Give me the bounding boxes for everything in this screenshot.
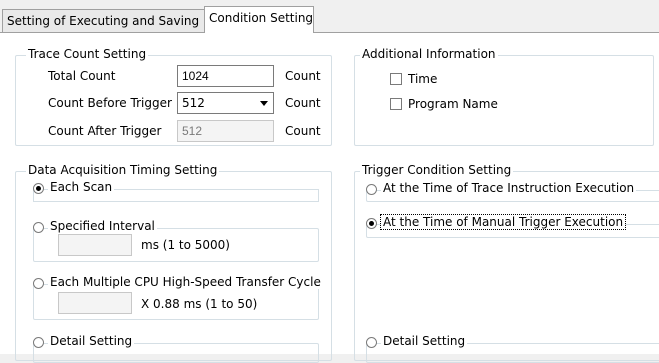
count-before-trigger-label: Count Before Trigger: [48, 96, 172, 110]
manual-trigger-label: At the Time of Manual Trigger Execution: [379, 214, 627, 230]
count-after-trigger-unit: Count: [285, 124, 321, 138]
multi-cpu-unit: X 0.88 ms (1 to 50): [141, 297, 258, 311]
additional-info-title: Additional Information: [360, 47, 498, 61]
multi-cpu-input: [58, 292, 132, 314]
count-before-trigger-unit: Count: [285, 96, 321, 110]
specified-interval-input: [58, 234, 132, 256]
data-acquisition-title: Data Acquisition Timing Setting: [26, 163, 220, 177]
trace-instruction-radio[interactable]: [366, 184, 377, 195]
each-scan-label: Each Scan: [48, 180, 115, 194]
tab-setting-of-executing-and-saving[interactable]: Setting of Executing and Saving: [2, 9, 205, 32]
total-count-unit: Count: [285, 69, 321, 83]
count-after-trigger-input: [177, 120, 274, 142]
trace-count-title: Trace Count Setting: [26, 47, 149, 61]
tab-label: Condition Setting: [209, 11, 314, 25]
multi-cpu-radio[interactable]: [33, 278, 44, 289]
time-checkbox[interactable]: [390, 73, 402, 85]
multi-cpu-label: Each Multiple CPU High-Speed Transfer Cy…: [48, 275, 323, 289]
trace-instruction-label: At the Time of Trace Instruction Executi…: [381, 181, 637, 195]
tab-condition-setting[interactable]: Condition Setting: [204, 6, 314, 33]
each-scan-radio[interactable]: [33, 183, 44, 194]
trigger-condition-title: Trigger Condition Setting: [360, 163, 514, 177]
program-name-label: Program Name: [408, 97, 498, 111]
manual-trigger-radio[interactable]: [366, 218, 377, 229]
program-name-checkbox[interactable]: [390, 98, 402, 110]
total-count-label: Total Count: [48, 69, 116, 83]
specified-interval-label: Specified Interval: [48, 219, 157, 233]
acq-detail-label: Detail Setting: [48, 334, 135, 348]
radio-selected-dot: [36, 186, 41, 191]
radio-selected-dot: [369, 221, 374, 226]
tab-label: Setting of Executing and Saving: [7, 14, 200, 28]
specified-interval-unit: ms (1 to 5000): [141, 238, 230, 252]
chevron-down-icon[interactable]: [255, 93, 273, 113]
combo-value: 512: [182, 96, 205, 110]
count-after-trigger-label: Count After Trigger: [48, 124, 162, 138]
total-count-input[interactable]: [177, 65, 274, 87]
specified-interval-radio[interactable]: [33, 222, 44, 233]
time-label: Time: [408, 72, 438, 86]
count-before-trigger-combo[interactable]: 512: [177, 92, 274, 114]
trigger-detail-radio[interactable]: [366, 337, 377, 348]
trigger-detail-label: Detail Setting: [381, 334, 468, 348]
acq-detail-radio[interactable]: [33, 337, 44, 348]
